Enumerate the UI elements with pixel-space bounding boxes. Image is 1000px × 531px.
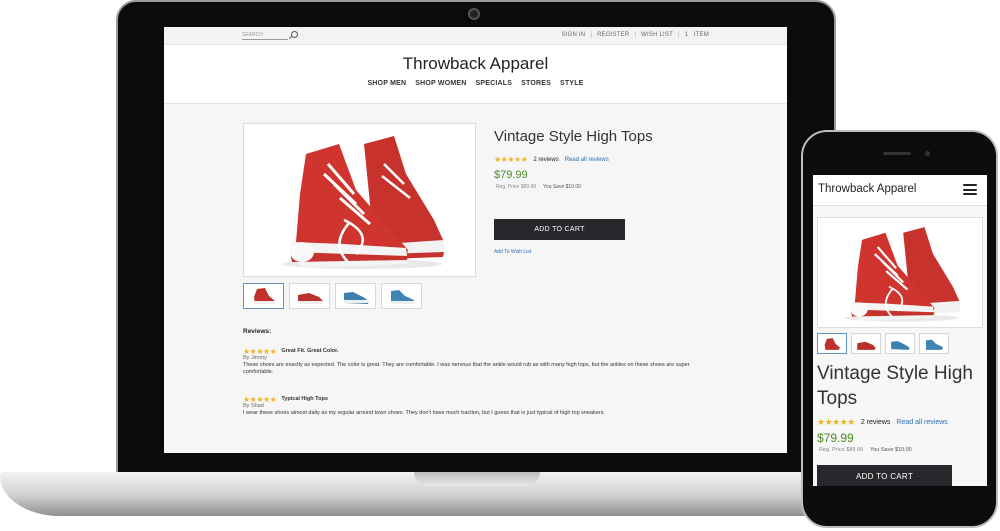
mobile-rating-summary: ★★★★★ 2 reviews Read all reviews <box>817 417 948 428</box>
mobile-read-all-reviews-link[interactable]: Read all reviews <box>896 419 947 426</box>
mobile-header: Throwback Apparel <box>813 175 987 206</box>
add-to-cart-button[interactable]: ADD TO CART <box>494 219 625 240</box>
desktop-site: SIGN IN | REGISTER | WISH LIST | 1 ITEM … <box>164 27 787 453</box>
rating-summary: ★★★★★ 2 reviews Read all reviews <box>494 155 609 164</box>
mobile-savings-text: You Save $10.00 <box>870 447 912 453</box>
laptop-notch <box>414 472 540 486</box>
account-links: SIGN IN | REGISTER | WISH LIST | 1 ITEM <box>562 32 709 38</box>
register-link[interactable]: REGISTER <box>597 32 629 38</box>
mobile-product-image[interactable] <box>817 217 983 328</box>
mobile-price-details: Reg. Price $89.99 You Save $10.00 <box>819 447 912 453</box>
mobile-brand-logo[interactable]: Throwback Apparel <box>818 183 916 195</box>
review-title: Great Fit. Great Color. <box>281 348 339 354</box>
sign-in-link[interactable]: SIGN IN <box>562 32 586 38</box>
review-count: 2 reviews <box>533 156 559 163</box>
regular-price: Reg. Price $89.99 <box>496 184 537 190</box>
read-all-reviews-link[interactable]: Read all reviews <box>565 157 609 163</box>
product-title: Vintage Style High Tops <box>494 128 653 145</box>
wish-list-link[interactable]: WISH LIST <box>641 32 673 38</box>
mobile-thumbnail-strip <box>817 333 949 354</box>
thumbnail-strip <box>243 283 422 309</box>
mobile-thumbnail-1[interactable] <box>817 333 847 354</box>
mobile-add-to-cart-button[interactable]: ADD TO CART <box>817 465 952 486</box>
phone-speaker <box>883 152 911 155</box>
search-input[interactable] <box>242 31 288 40</box>
review-item: ★★★★★ Great Fit. Great Color. By Jimmy T… <box>243 348 713 376</box>
mobile-product-title: Vintage Style High Tops <box>817 363 973 409</box>
review-author: By Jimmy <box>243 355 267 361</box>
main-nav: SHOP MEN SHOP WOMEN SPECIALS STORES STYL… <box>164 80 787 87</box>
nav-style[interactable]: STYLE <box>560 80 584 87</box>
mobile-thumbnail-2[interactable] <box>851 333 881 354</box>
review-title: Typical High Tops <box>281 396 328 402</box>
hamburger-menu-icon[interactable] <box>963 184 977 195</box>
product-price: $79.99 <box>494 169 528 181</box>
laptop-camera-icon <box>468 8 480 20</box>
divider: | <box>634 32 637 38</box>
nav-stores[interactable]: STORES <box>521 80 551 87</box>
review-text: I wear these shoes almost daily as my re… <box>243 410 606 416</box>
brand-logo[interactable]: Throwback Apparel <box>164 54 787 74</box>
product-image[interactable] <box>243 123 476 277</box>
mobile-site: Throwback Apparel Vintage Style High Top… <box>813 175 987 486</box>
nav-shop-women[interactable]: SHOP WOMEN <box>415 80 466 87</box>
cart-link[interactable]: 1 ITEM <box>685 32 709 38</box>
search-icon[interactable] <box>291 31 298 38</box>
phone-camera-icon <box>925 151 930 156</box>
review-author: By Shad <box>243 403 264 409</box>
review-stars-icon: ★★★★★ <box>243 347 277 356</box>
mobile-regular-price: Reg. Price $89.99 <box>819 447 864 453</box>
sneakers-image <box>282 136 444 269</box>
review-stars-icon: ★★★★★ <box>243 395 277 404</box>
rating-stars-icon: ★★★★★ <box>817 417 855 427</box>
price-details: Reg. Price $89.99 You Save $10.00 <box>496 184 581 190</box>
divider: | <box>677 32 680 38</box>
nav-specials[interactable]: SPECIALS <box>476 80 513 87</box>
thumbnail-2[interactable] <box>289 283 330 309</box>
utility-bar: SIGN IN | REGISTER | WISH LIST | 1 ITEM <box>164 27 787 45</box>
savings-text: You Save $10.00 <box>543 184 581 190</box>
add-to-wish-list-link[interactable]: Add To Wish List <box>494 249 531 255</box>
mobile-thumbnail-3[interactable] <box>885 333 915 354</box>
mobile-review-count: 2 reviews <box>860 419 891 426</box>
nav-shop-men[interactable]: SHOP MEN <box>367 80 406 87</box>
sneakers-image <box>844 227 960 322</box>
divider: | <box>590 32 593 38</box>
site-header: Throwback Apparel SHOP MEN SHOP WOMEN SP… <box>164 45 787 104</box>
mobile-thumbnail-4[interactable] <box>919 333 949 354</box>
thumbnail-4[interactable] <box>381 283 422 309</box>
review-item: ★★★★★ Typical High Tops By Shad I wear t… <box>243 396 713 417</box>
review-text: These shoes are exactly as expected. The… <box>243 362 690 375</box>
thumbnail-3[interactable] <box>335 283 376 309</box>
mobile-product-price: $79.99 <box>817 431 854 445</box>
thumbnail-1[interactable] <box>243 283 284 309</box>
rating-stars-icon: ★★★★★ <box>494 155 528 164</box>
reviews-heading: Reviews: <box>243 328 272 335</box>
